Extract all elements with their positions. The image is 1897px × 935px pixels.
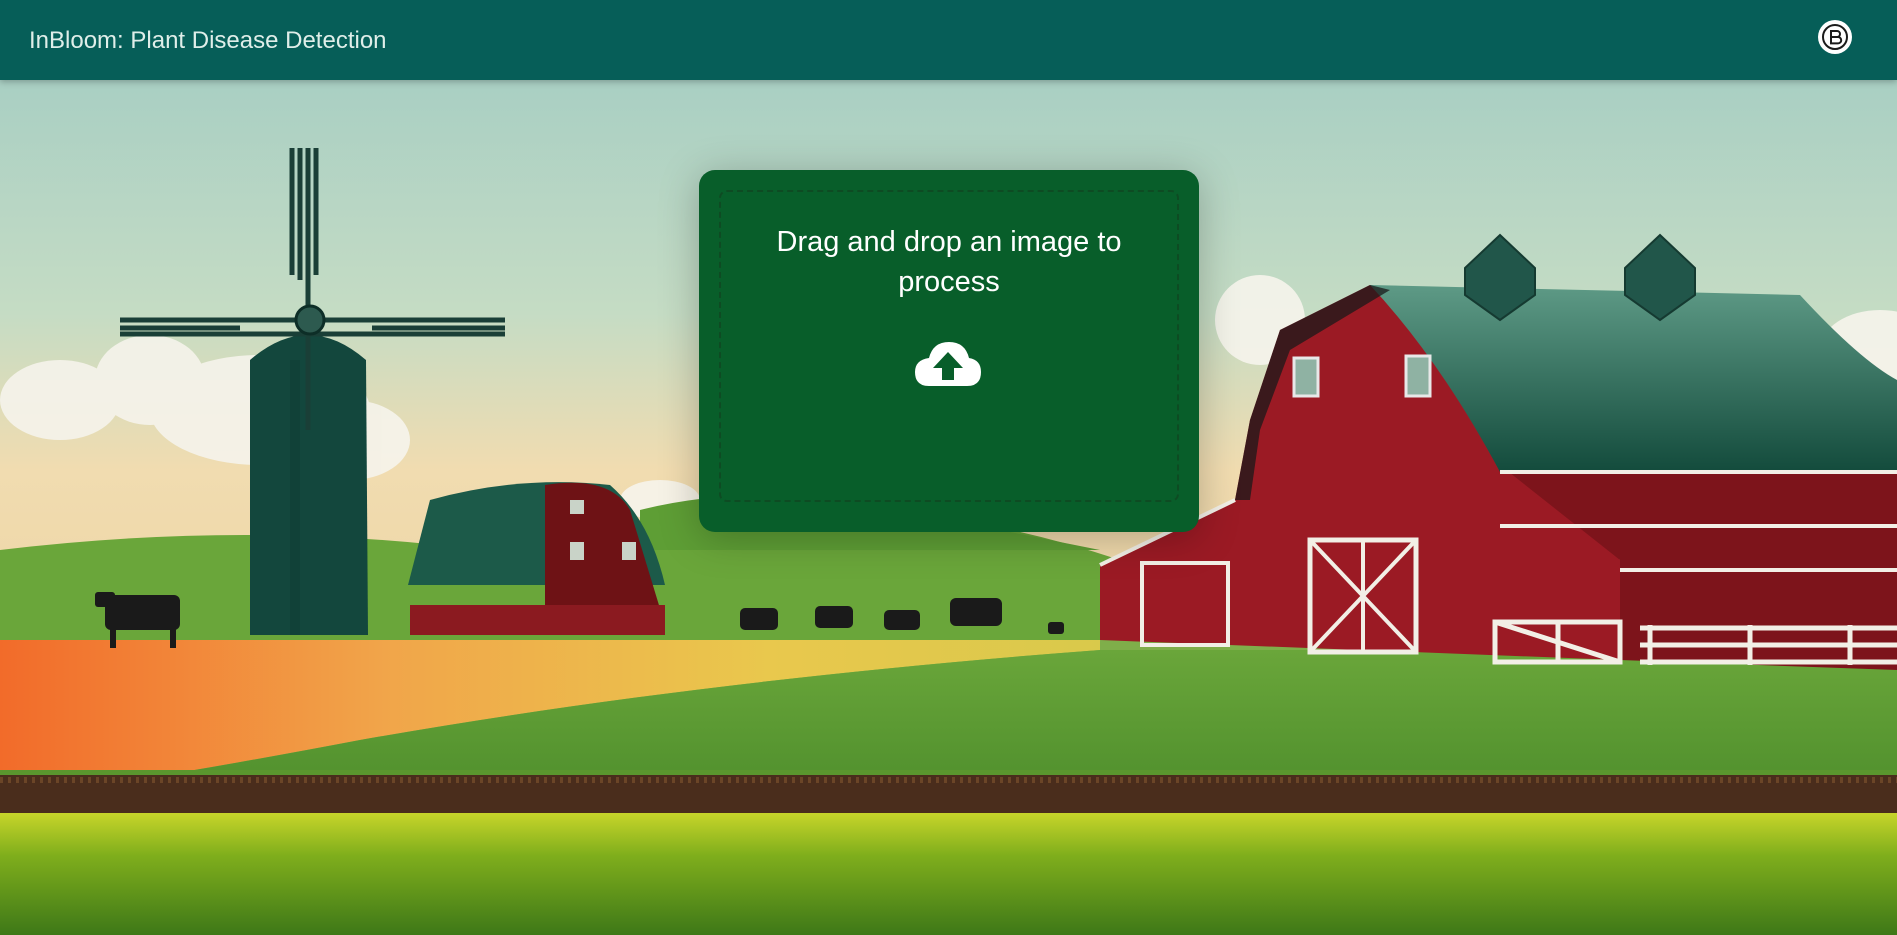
profile-button[interactable] bbox=[1818, 20, 1852, 54]
app-header: InBloom: Plant Disease Detection bbox=[0, 0, 1897, 80]
dropzone-prompt: Drag and drop an image to process bbox=[776, 226, 1122, 298]
cloud-upload-icon[interactable] bbox=[913, 338, 983, 390]
profile-icon bbox=[1822, 24, 1848, 50]
image-dropzone[interactable]: Drag and drop an image to process bbox=[699, 170, 1199, 532]
app-title: InBloom: Plant Disease Detection bbox=[29, 27, 387, 54]
